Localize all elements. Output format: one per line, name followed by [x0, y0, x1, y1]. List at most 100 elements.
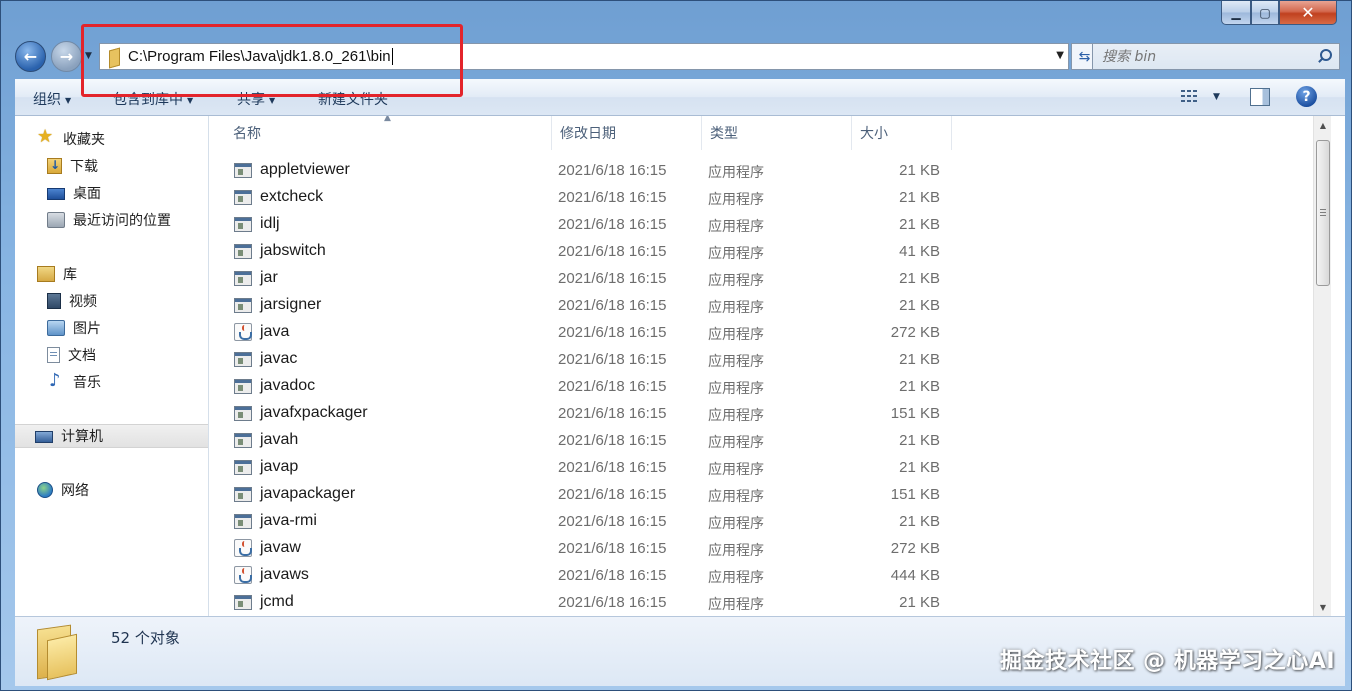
file-name: javah — [260, 431, 299, 448]
file-type: 应用程序 — [708, 165, 764, 181]
file-date: 2021/6/18 16:15 — [558, 594, 667, 611]
sidebar-item-pictures[interactable]: 图片 — [47, 316, 101, 340]
file-type: 应用程序 — [708, 543, 764, 559]
minimize-button[interactable]: ▁ — [1221, 1, 1251, 25]
search-box[interactable] — [1092, 43, 1340, 70]
sidebar-item-computer[interactable]: 计算机 — [15, 424, 208, 448]
file-name-cell[interactable]: java — [234, 323, 289, 341]
sidebar-item-favorites[interactable]: 收藏夹 — [37, 126, 105, 151]
java-app-icon — [234, 323, 252, 341]
vertical-scrollbar[interactable]: ▲ ▼ — [1313, 116, 1331, 616]
file-name: javap — [260, 458, 299, 475]
file-name-cell[interactable]: javah — [234, 431, 298, 449]
file-row[interactable]: javac 2021/6/18 16:15 应用程序 21 KB — [210, 346, 950, 373]
file-name-cell[interactable]: idlj — [234, 215, 280, 233]
file-row[interactable]: javap 2021/6/18 16:15 应用程序 21 KB — [210, 454, 950, 481]
file-name: jabswitch — [260, 242, 326, 259]
sidebar-item-downloads[interactable]: 下载 — [47, 154, 98, 178]
file-row[interactable]: javaws 2021/6/18 16:15 应用程序 444 KB — [210, 562, 950, 589]
sidebar-item-music[interactable]: 音乐 — [47, 370, 101, 394]
file-row[interactable]: jarsigner 2021/6/18 16:15 应用程序 21 KB — [210, 292, 950, 319]
column-header-name[interactable]: 名称 ▲ — [210, 116, 552, 150]
file-date: 2021/6/18 16:15 — [558, 162, 667, 179]
column-header-size[interactable]: 大小 — [852, 116, 952, 150]
file-row[interactable]: jcmd 2021/6/18 16:15 应用程序 21 KB — [210, 589, 950, 616]
application-icon — [234, 351, 252, 367]
file-name: java-rmi — [260, 512, 317, 529]
sidebar-item-recent-places[interactable]: 最近访问的位置 — [47, 208, 171, 232]
file-date: 2021/6/18 16:15 — [558, 378, 667, 395]
scroll-down-arrow-icon[interactable]: ▼ — [1314, 598, 1332, 616]
application-icon — [234, 486, 252, 502]
file-name-cell[interactable]: jcmd — [234, 593, 294, 611]
application-icon — [234, 216, 252, 232]
maximize-button[interactable]: ▢ — [1251, 1, 1279, 25]
file-name-cell[interactable]: javapackager — [234, 485, 355, 503]
address-history-chevron-icon[interactable]: ▼ — [1056, 50, 1064, 61]
sidebar-item-videos[interactable]: 视频 — [47, 289, 97, 313]
file-row[interactable]: javapackager 2021/6/18 16:15 应用程序 151 KB — [210, 481, 950, 508]
file-name: idlj — [260, 215, 280, 232]
file-name-cell[interactable]: javadoc — [234, 377, 315, 395]
file-type: 应用程序 — [708, 597, 764, 613]
scroll-up-arrow-icon[interactable]: ▲ — [1314, 116, 1332, 134]
column-header-type[interactable]: 类型 — [702, 116, 852, 150]
close-button[interactable]: ✕ — [1279, 1, 1337, 25]
grip-icon — [1320, 209, 1326, 216]
file-name: javapackager — [260, 485, 356, 502]
back-button[interactable]: ← — [15, 41, 46, 72]
sidebar-item-documents[interactable]: 文档 — [47, 343, 96, 367]
file-name-cell[interactable]: java-rmi — [234, 512, 317, 530]
column-header-date[interactable]: 修改日期 — [552, 116, 702, 150]
file-name-cell[interactable]: jabswitch — [234, 242, 326, 260]
search-icon[interactable] — [1316, 48, 1332, 64]
file-name-cell[interactable]: javap — [234, 458, 298, 476]
file-row[interactable]: javafxpackager 2021/6/18 16:15 应用程序 151 KB — [210, 400, 950, 427]
sidebar-item-label: 文档 — [68, 348, 96, 364]
file-row[interactable]: idlj 2021/6/18 16:15 应用程序 21 KB — [210, 211, 950, 238]
file-row[interactable]: java 2021/6/18 16:15 应用程序 272 KB — [210, 319, 950, 346]
sidebar-item-libraries[interactable]: 库 — [37, 262, 77, 286]
help-icon[interactable]: ? — [1296, 86, 1317, 107]
file-name: javafxpackager — [260, 404, 368, 421]
network-icon — [37, 482, 53, 498]
file-name-cell[interactable]: extcheck — [234, 188, 323, 206]
file-type: 应用程序 — [708, 489, 764, 505]
file-name-cell[interactable]: jar — [234, 269, 278, 287]
library-icon — [37, 266, 55, 282]
forward-button[interactable]: → — [51, 41, 82, 72]
sidebar-item-network[interactable]: 网络 — [37, 478, 89, 502]
preview-pane-icon[interactable] — [1250, 88, 1270, 106]
file-size: 151 KB — [890, 405, 940, 422]
file-name-cell[interactable]: jarsigner — [234, 296, 321, 314]
file-row[interactable]: javaw 2021/6/18 16:15 应用程序 272 KB — [210, 535, 950, 562]
view-chevron-down-icon[interactable]: ▼ — [1213, 92, 1220, 102]
file-row[interactable]: extcheck 2021/6/18 16:15 应用程序 21 KB — [210, 184, 950, 211]
file-name-cell[interactable]: javafxpackager — [234, 404, 368, 422]
file-size: 21 KB — [899, 216, 940, 233]
application-icon — [234, 378, 252, 394]
file-size: 21 KB — [899, 162, 940, 179]
file-row[interactable]: appletviewer 2021/6/18 16:15 应用程序 21 KB — [210, 157, 950, 184]
view-options-icon[interactable] — [1181, 89, 1201, 105]
file-list: 名称 ▲ 修改日期 类型 大小 appletviewer 2021/6/18 16… — [210, 116, 1313, 616]
file-date: 2021/6/18 16:15 — [558, 324, 667, 341]
file-type: 应用程序 — [708, 354, 764, 370]
file-date: 2021/6/18 16:15 — [558, 567, 667, 584]
organize-menu[interactable]: 组织 ▼ — [33, 89, 71, 109]
file-row[interactable]: jar 2021/6/18 16:15 应用程序 21 KB — [210, 265, 950, 292]
file-name-cell[interactable]: javaw — [234, 539, 301, 557]
scrollbar-thumb[interactable] — [1316, 140, 1330, 286]
search-input[interactable] — [1102, 48, 1302, 65]
file-type: 应用程序 — [708, 435, 764, 451]
file-row[interactable]: javadoc 2021/6/18 16:15 应用程序 21 KB — [210, 373, 950, 400]
file-row[interactable]: java-rmi 2021/6/18 16:15 应用程序 21 KB — [210, 508, 950, 535]
file-name-cell[interactable]: javac — [234, 350, 297, 368]
file-size: 151 KB — [890, 486, 940, 503]
file-name-cell[interactable]: appletviewer — [234, 161, 350, 179]
sidebar-item-desktop[interactable]: 桌面 — [47, 181, 101, 205]
file-row[interactable]: javah 2021/6/18 16:15 应用程序 21 KB — [210, 427, 950, 454]
file-name-cell[interactable]: javaws — [234, 566, 309, 584]
file-row[interactable]: jabswitch 2021/6/18 16:15 应用程序 41 KB — [210, 238, 950, 265]
details-pane: 52 个对象 掘金技术社区 @ 机器学习之心AI — [15, 616, 1345, 686]
